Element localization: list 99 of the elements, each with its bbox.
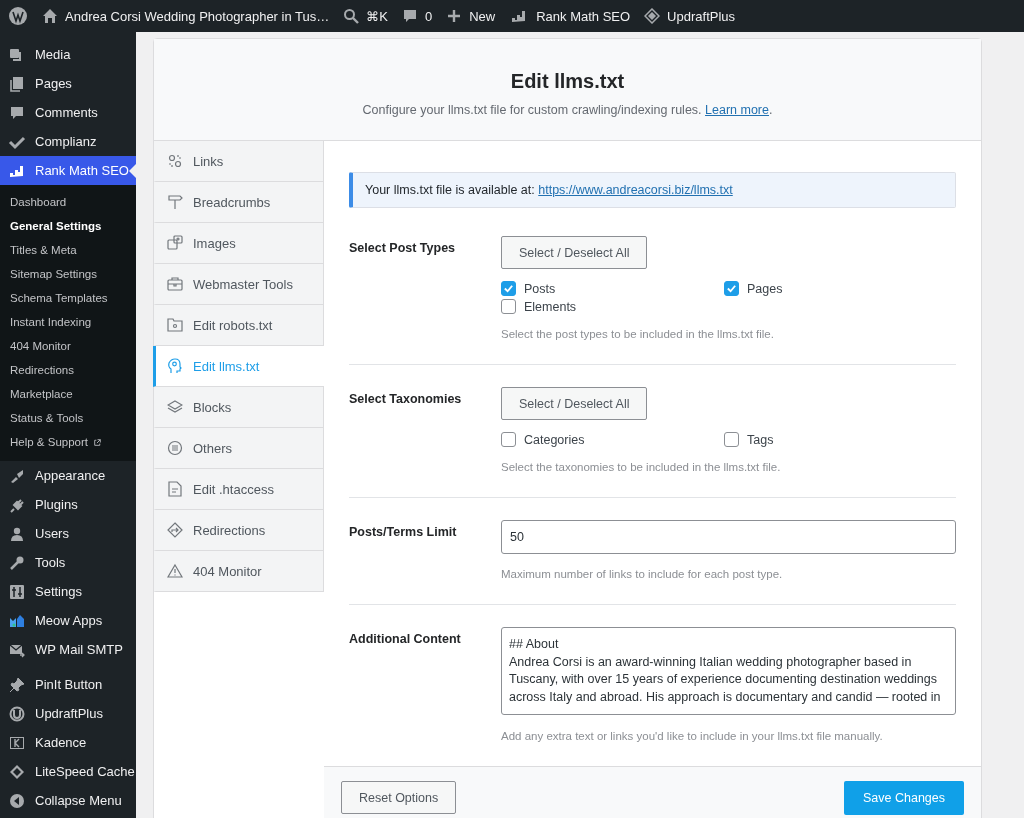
checkbox[interactable] bbox=[724, 281, 739, 296]
menu-item[interactable]: Meow Apps bbox=[0, 606, 136, 635]
menu-item[interactable]: Plugins bbox=[0, 490, 136, 519]
speech-bubble-icon bbox=[8, 104, 26, 121]
help-text: Select the post types to be included in the llms.txt file. bbox=[501, 328, 775, 340]
submenu-item[interactable]: Dashboard bbox=[0, 190, 136, 214]
menu-item[interactable]: Tools bbox=[0, 548, 136, 577]
reset-options-button[interactable]: Reset Options bbox=[341, 781, 457, 814]
menu-item[interactable]: Appearance bbox=[0, 461, 136, 490]
admin-bar-link[interactable]: Rank Math SEO bbox=[509, 8, 631, 24]
checkbox-label: Pages bbox=[747, 281, 783, 296]
sliders-icon bbox=[8, 583, 26, 600]
settings-tab[interactable]: Blocks bbox=[153, 387, 323, 428]
menu-item[interactable]: Kadence bbox=[0, 728, 136, 757]
select-all-button[interactable]: Select / Deselect All bbox=[501, 236, 648, 269]
speech-bubble-icon bbox=[401, 8, 418, 24]
setting-label: Select Taxonomies bbox=[349, 391, 463, 408]
checkbox-label: Tags bbox=[747, 432, 774, 447]
home-icon bbox=[42, 8, 58, 24]
folder-icon bbox=[167, 317, 183, 333]
layers-icon bbox=[167, 399, 183, 415]
learn-more-link[interactable]: Learn more bbox=[705, 103, 769, 117]
menu-item[interactable]: Rank Math SEO bbox=[0, 156, 136, 185]
checkbox-label: Posts bbox=[524, 281, 556, 296]
limit-input-field[interactable]: 50 bbox=[501, 520, 956, 554]
settings-tab[interactable]: 404 Monitor bbox=[153, 551, 323, 592]
search-icon bbox=[343, 8, 360, 24]
checkbox[interactable] bbox=[501, 432, 516, 447]
k-square-icon bbox=[8, 734, 26, 751]
pushpin-icon bbox=[8, 676, 26, 693]
checkbox[interactable] bbox=[501, 281, 516, 296]
submenu-item[interactable]: Marketplace bbox=[0, 382, 136, 406]
admin-bar-link[interactable]: ⌘K bbox=[343, 8, 388, 24]
setting-label: Select Post Types bbox=[349, 240, 457, 257]
checkbox[interactable] bbox=[501, 299, 516, 314]
menu-item[interactable]: Comments bbox=[0, 98, 136, 127]
help-text: Add any extra text or links you'd like to include in your llms.txt file manually. bbox=[501, 730, 884, 742]
warning-icon bbox=[167, 563, 183, 579]
setting-label: Posts/Terms Limit bbox=[349, 524, 458, 541]
settings-tab[interactable]: Breadcrumbs bbox=[153, 182, 323, 223]
setting-label: Additional Content bbox=[349, 631, 462, 648]
submenu-item[interactable]: Redirections bbox=[0, 358, 136, 382]
head-icon bbox=[167, 358, 183, 374]
admin-bar-link[interactable]: UpdraftPlus bbox=[644, 8, 736, 24]
select-all-button[interactable]: Select / Deselect All bbox=[501, 387, 648, 420]
wordpress-logo-icon bbox=[8, 6, 28, 26]
checkbox-label: Elements bbox=[524, 299, 577, 314]
menu-item[interactable]: Media bbox=[0, 40, 136, 69]
checkmark-icon bbox=[726, 283, 737, 294]
submenu-item[interactable]: Sitemap Settings bbox=[0, 262, 136, 286]
menu-item[interactable]: Settings bbox=[0, 577, 136, 606]
submenu-item[interactable]: Instant Indexing bbox=[0, 310, 136, 334]
diamond-icon bbox=[644, 8, 661, 24]
settings-tab[interactable]: Images bbox=[153, 223, 323, 264]
toolbox-icon bbox=[167, 276, 183, 292]
menu-item[interactable]: LiteSpeed Cache bbox=[0, 757, 136, 786]
file-url-notice: Your llms.txt file is available at: https://www.andreacorsi.biz/llms.txt bbox=[349, 172, 956, 208]
page-subtitle: Configure your llms.txt file for custom crawling/indexing rules. Learn more. bbox=[362, 103, 773, 117]
submenu-item[interactable]: Help & Support bbox=[0, 430, 136, 454]
submenu-item[interactable]: Schema Templates bbox=[0, 286, 136, 310]
menu-item[interactable]: PinIt Button bbox=[0, 670, 136, 699]
content-textarea[interactable]: ## About Andrea Corsi is an award-winning Italian wedding photographer based in Tuscany, with over 15 years of experience documenting destination weddings across Italy and abroad. His approach is documentary and candid — rooted in bbox=[501, 627, 956, 715]
admin-bar-link[interactable]: New bbox=[446, 8, 496, 24]
admin-bar-link[interactable]: Andrea Corsi Wedding Photographer in Tus… bbox=[42, 8, 330, 24]
menu-item[interactable]: Complianz bbox=[0, 127, 136, 156]
images-icon bbox=[167, 235, 183, 251]
document-icon bbox=[167, 481, 183, 497]
signpost-icon bbox=[167, 194, 183, 210]
collapse-menu-button[interactable]: Collapse Menu bbox=[0, 786, 136, 815]
page-title: Edit llms.txt bbox=[510, 69, 625, 93]
checkbox-label: Categories bbox=[524, 432, 585, 447]
submenu-item[interactable]: Status & Tools bbox=[0, 406, 136, 430]
help-text: Maximum number of links to include for each post type. bbox=[501, 568, 784, 580]
help-text: Select the taxonomies to be included in the llms.txt file. bbox=[501, 461, 782, 473]
document-icon bbox=[8, 75, 26, 92]
checkbox[interactable] bbox=[724, 432, 739, 447]
wrench-icon bbox=[8, 554, 26, 571]
diamond-arrow-icon bbox=[167, 522, 183, 538]
diamond-icon bbox=[8, 763, 26, 780]
user-icon bbox=[8, 525, 26, 542]
u-ring-icon bbox=[8, 705, 26, 722]
plus-icon bbox=[446, 8, 463, 24]
settings-tab[interactable]: Links bbox=[153, 141, 323, 182]
settings-tab[interactable]: Others bbox=[153, 428, 323, 469]
plug-icon bbox=[8, 496, 26, 513]
menu-item[interactable]: Pages bbox=[0, 69, 136, 98]
settings-tab[interactable]: Webmaster Tools bbox=[153, 264, 323, 305]
checkmark-icon bbox=[503, 283, 514, 294]
llms-file-link[interactable]: https://www.andreacorsi.biz/llms.txt bbox=[538, 183, 733, 197]
menu-item[interactable]: Users bbox=[0, 519, 136, 548]
submenu-item[interactable]: Titles & Meta bbox=[0, 238, 136, 262]
external-link-icon bbox=[93, 437, 102, 447]
submenu-item[interactable]: General Settings bbox=[0, 214, 136, 238]
admin-bar-link[interactable]: 0 bbox=[401, 8, 433, 24]
menu-item[interactable]: UpdraftPlus bbox=[0, 699, 136, 728]
menu-item[interactable]: WP Mail SMTP bbox=[0, 635, 136, 664]
settings-tab[interactable]: Edit .htaccess bbox=[153, 469, 323, 510]
submenu-item[interactable]: 404 Monitor bbox=[0, 334, 136, 358]
settings-tab[interactable]: Redirections bbox=[153, 510, 323, 551]
